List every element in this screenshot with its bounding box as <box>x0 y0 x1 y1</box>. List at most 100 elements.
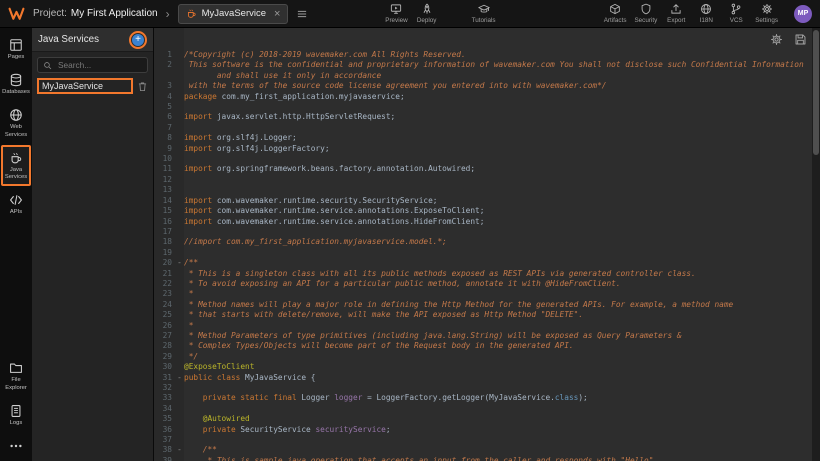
editor-settings-icon[interactable] <box>770 33 783 46</box>
line-number: 9 <box>154 144 175 154</box>
deploy-icon <box>421 3 433 15</box>
project-name: My First Application <box>71 8 158 19</box>
search-input[interactable] <box>56 59 142 71</box>
code-text: import com.wavemaker.runtime.service.ann… <box>184 217 812 227</box>
java-services-panel: Java Services + MyJavaService <box>32 28 154 461</box>
add-java-service-button[interactable]: + <box>132 34 144 46</box>
topbar-action-settings[interactable]: Settings <box>753 2 780 25</box>
fold-gutter <box>175 60 184 81</box>
sidebar-item-java-services[interactable]: Java Services <box>1 145 31 186</box>
topbar-action-artifacts[interactable]: Artifacts <box>602 2 629 25</box>
code-text: @ExposeToClient <box>184 362 812 372</box>
code-area[interactable]: 1/*Copyright (c) 2018-2019 wavemaker.com… <box>154 28 812 461</box>
line-number: 33 <box>154 393 175 403</box>
sidebar-item-label: Java Services <box>3 167 29 181</box>
code-line: 4package com.my_first_application.myjava… <box>154 92 812 102</box>
sidebar-item-pages[interactable]: Pages <box>1 32 31 66</box>
code-line: 33 private static final Logger logger = … <box>154 393 812 403</box>
tab-myjavaservice[interactable]: MyJavaService × <box>178 4 289 24</box>
code-line: 28 * Complex Types/Objects will become p… <box>154 341 812 351</box>
panel-header: Java Services + <box>32 28 153 52</box>
fold-gutter <box>175 404 184 414</box>
editor-scrollbar[interactable] <box>812 28 820 461</box>
wavemaker-logo-icon[interactable] <box>8 5 25 22</box>
topbar-action-vcs[interactable]: VCS <box>723 2 749 25</box>
sidebar-item-label: APIs <box>10 209 22 216</box>
code-editor[interactable]: 1/*Copyright (c) 2018-2019 wavemaker.com… <box>154 28 820 461</box>
line-number: 37 <box>154 435 175 445</box>
code-text: @Autowired <box>184 414 812 424</box>
line-number: 20 <box>154 258 175 268</box>
fold-marker-icon[interactable]: - <box>175 445 184 455</box>
code-line: 22 * To avoid exposing an API for a part… <box>154 279 812 289</box>
action-label: Artifacts <box>604 17 627 24</box>
fold-gutter <box>175 331 184 341</box>
code-line: 31-public class MyJavaService { <box>154 373 812 383</box>
topbar-action-preview[interactable]: Preview <box>383 2 409 25</box>
line-number: 30 <box>154 362 175 372</box>
code-text <box>184 123 812 133</box>
tutorials-icon <box>478 3 490 15</box>
save-icon[interactable] <box>794 33 807 46</box>
line-number: 22 <box>154 279 175 289</box>
editor-actions <box>770 33 807 46</box>
code-text: This software is the confidential and pr… <box>184 60 812 81</box>
line-number: 18 <box>154 237 175 247</box>
code-line: 29 */ <box>154 352 812 362</box>
sidebar-item-dots[interactable] <box>1 433 31 458</box>
java-services-icon <box>9 151 23 165</box>
topbar-action-tutorials[interactable]: Tutorials <box>470 2 498 25</box>
search-box[interactable] <box>37 57 148 73</box>
sidebar-item-label: Databases <box>2 89 30 96</box>
code-line: 6import javax.servlet.http.HttpServletRe… <box>154 112 812 122</box>
code-text: * Method Parameters of type primitives (… <box>184 331 812 341</box>
fold-gutter <box>175 393 184 403</box>
service-item-myjavaservice[interactable]: MyJavaService <box>32 77 153 95</box>
code-line: 7 <box>154 123 812 133</box>
fold-gutter <box>175 206 184 216</box>
sidebar-item-file-explorer[interactable]: File Explorer <box>1 355 31 396</box>
fold-gutter <box>175 164 184 174</box>
sidebar-item-apis[interactable]: APIs <box>1 187 31 221</box>
fold-gutter <box>175 310 184 320</box>
sidebar-item-label: Web Services <box>3 124 29 138</box>
line-number: 26 <box>154 321 175 331</box>
scrollbar-thumb[interactable] <box>813 30 819 155</box>
delete-icon[interactable] <box>137 81 148 92</box>
security-icon <box>640 3 652 15</box>
action-label: Security <box>634 17 657 24</box>
topbar-action-deploy[interactable]: Deploy <box>414 2 440 25</box>
left-rail: Pages Databases Web Services Java Services A… <box>0 28 32 461</box>
code-line: 27 * Method Parameters of type primitive… <box>154 331 812 341</box>
topbar-action-security[interactable]: Security <box>632 2 659 25</box>
line-number: 19 <box>154 248 175 258</box>
code-text: * <box>184 289 812 299</box>
line-number: 13 <box>154 185 175 195</box>
topbar-action-export[interactable]: Export <box>663 2 689 25</box>
tab-list-icon[interactable] <box>296 8 308 20</box>
code-text <box>184 404 812 414</box>
sidebar-item-databases[interactable]: Databases <box>1 67 31 101</box>
line-number: 25 <box>154 310 175 320</box>
code-text: private static final Logger logger = Log… <box>184 393 812 403</box>
code-text: import javax.servlet.http.HttpServletReq… <box>184 112 812 122</box>
code-text: /** <box>184 445 812 455</box>
i18n-icon <box>700 3 712 15</box>
fold-gutter <box>175 352 184 362</box>
action-label: I18N <box>700 17 713 24</box>
avatar[interactable]: MP <box>794 5 812 23</box>
code-line: 34 <box>154 404 812 414</box>
project-breadcrumb[interactable]: Project: My First Application <box>33 8 158 19</box>
fold-gutter <box>175 175 184 185</box>
fold-marker-icon[interactable]: - <box>175 373 184 383</box>
preview-icon <box>390 3 402 15</box>
fold-marker-icon[interactable]: - <box>175 258 184 268</box>
databases-icon <box>9 73 23 87</box>
code-text: public class MyJavaService { <box>184 373 812 383</box>
sidebar-item-logs[interactable]: Logs <box>1 398 31 432</box>
code-text: import com.wavemaker.runtime.security.Se… <box>184 196 812 206</box>
close-icon[interactable]: × <box>274 8 280 20</box>
code-text: with the terms of the source code licens… <box>184 81 812 91</box>
sidebar-item-web-services[interactable]: Web Services <box>1 102 31 143</box>
topbar-action-i18n[interactable]: I18N <box>693 2 719 25</box>
